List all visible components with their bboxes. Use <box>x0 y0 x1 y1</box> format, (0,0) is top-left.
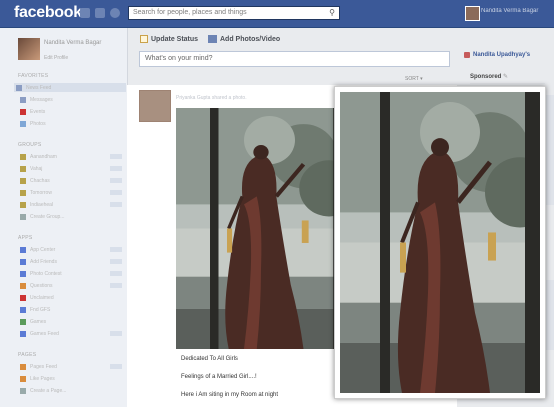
create-page-icon <box>20 387 26 394</box>
post-author[interactable]: Priyanka Gupta shared a photo. <box>176 95 336 101</box>
count-badge <box>110 331 122 336</box>
like-pages-icon <box>20 375 26 382</box>
right-user-link[interactable]: Nandita Upadhyay's <box>464 52 530 58</box>
post-caption-line: Dedicated To All Girls <box>181 356 238 362</box>
status-icon <box>140 35 148 43</box>
sidebar-item-like-pages[interactable]: Like Pages <box>18 374 126 383</box>
search-icon[interactable]: ⚲ <box>327 8 337 18</box>
sidebar-item-news-feed[interactable]: News Feed <box>14 83 126 92</box>
pages-header: PAGES <box>18 352 37 358</box>
sidebar-item-photos[interactable]: Photos <box>18 119 126 128</box>
sidebar-item-group[interactable]: Indiaeheal <box>18 200 126 209</box>
sidebar-item-create-group[interactable]: Create Group... <box>18 212 126 221</box>
news-feed-icon <box>16 84 22 91</box>
group-icon <box>20 201 26 208</box>
sidebar-item-app[interactable]: Add Friends <box>18 257 126 266</box>
top-bar: facebook Search for people, places and t… <box>0 0 554 28</box>
photo-icon <box>208 35 217 43</box>
photo-hover-preview[interactable] <box>334 86 546 399</box>
bride-photo-image <box>176 108 346 349</box>
games-icon <box>20 318 26 325</box>
sidebar-item-group[interactable]: Chachas <box>18 176 126 185</box>
add-friends-icon <box>20 258 26 265</box>
edit-profile-link[interactable]: Edit Profile <box>44 55 68 61</box>
pages-feed-icon <box>20 363 26 370</box>
notifications-icon[interactable] <box>110 8 120 18</box>
sidebar-item-app[interactable]: Games <box>18 317 126 326</box>
app-icon <box>20 294 26 301</box>
post-avatar[interactable] <box>139 90 171 122</box>
search-input[interactable]: Search for people, places and things ⚲ <box>128 6 340 20</box>
favorites-header: FAVORITES <box>18 73 49 79</box>
sidebar-item-messages[interactable]: Messages <box>18 95 126 104</box>
group-icon <box>20 153 26 160</box>
facebook-logo[interactable]: facebook <box>14 4 82 22</box>
sponsored-header: Sponsored ✎ <box>470 73 545 84</box>
count-badge <box>110 178 122 183</box>
sidebar-item-app[interactable]: Photo Contest <box>18 269 126 278</box>
add-photos-tab[interactable]: Add Photos/Video <box>208 35 280 43</box>
sort-menu[interactable]: SORT ▾ <box>405 76 423 82</box>
avatar[interactable] <box>465 6 480 21</box>
count-badge <box>110 166 122 171</box>
sidebar-item-events[interactable]: Events <box>18 107 126 116</box>
group-icon <box>20 165 26 172</box>
count-badge <box>110 364 122 369</box>
app-icon <box>20 306 26 313</box>
group-icon <box>20 177 26 184</box>
messages-icon <box>20 96 26 103</box>
count-badge <box>110 247 122 252</box>
friend-requests-icon[interactable] <box>80 8 90 18</box>
count-badge <box>110 154 122 159</box>
chevron-down-icon: ▾ <box>420 76 423 82</box>
post-caption-line: Feelings of a Married Girl....! <box>181 374 257 380</box>
apps-header: APPS <box>18 235 33 241</box>
count-badge <box>110 259 122 264</box>
post-caption-line: Here i Am siting in my Room at night <box>181 392 279 398</box>
messages-icon[interactable] <box>95 8 105 18</box>
sidebar-item-app[interactable]: Questions <box>18 281 126 290</box>
post-photo[interactable] <box>176 108 346 349</box>
left-sidebar: Nandita Verma Bagar Edit Profile FAVORIT… <box>0 28 128 407</box>
games-feed-icon <box>20 330 26 337</box>
sidebar-item-app[interactable]: Unclaimed <box>18 293 126 302</box>
sidebar-item-group[interactable]: Aanandham <box>18 152 126 161</box>
photo-contest-icon <box>20 270 26 277</box>
sidebar-item-app[interactable]: Fnd GFS <box>18 305 126 314</box>
app-center-icon <box>20 246 26 253</box>
edit-icon[interactable]: ✎ <box>503 74 508 80</box>
sidebar-item-app[interactable]: App Center <box>18 245 126 254</box>
events-icon <box>20 108 26 115</box>
status-input[interactable]: What's on your mind? <box>139 51 450 67</box>
profile-picture[interactable] <box>18 38 40 60</box>
questions-icon <box>20 282 26 289</box>
update-status-tab[interactable]: Update Status <box>140 35 198 43</box>
sidebar-item-pages-feed[interactable]: Pages Feed <box>18 362 126 371</box>
sidebar-item-create-page[interactable]: Create a Page... <box>18 386 126 395</box>
create-group-icon <box>20 213 26 220</box>
count-badge <box>110 190 122 195</box>
top-user-name[interactable]: Nandita Verma Bagar <box>481 8 551 16</box>
count-badge <box>110 202 122 207</box>
count-badge <box>110 283 122 288</box>
user-icon <box>464 52 470 58</box>
groups-header: GROUPS <box>18 142 42 148</box>
group-icon <box>20 189 26 196</box>
count-badge <box>110 271 122 276</box>
search-placeholder: Search for people, places and things <box>133 9 247 16</box>
sidebar-item-group[interactable]: Tomorrow <box>18 188 126 197</box>
preview-photo <box>340 92 540 393</box>
sidebar-item-group[interactable]: Vahaj <box>18 164 126 173</box>
profile-name[interactable]: Nandita Verma Bagar <box>44 40 114 46</box>
sidebar-item-app[interactable]: Games Feed <box>18 329 126 338</box>
bride-photo-large-image <box>340 92 540 393</box>
photos-icon <box>20 120 26 127</box>
